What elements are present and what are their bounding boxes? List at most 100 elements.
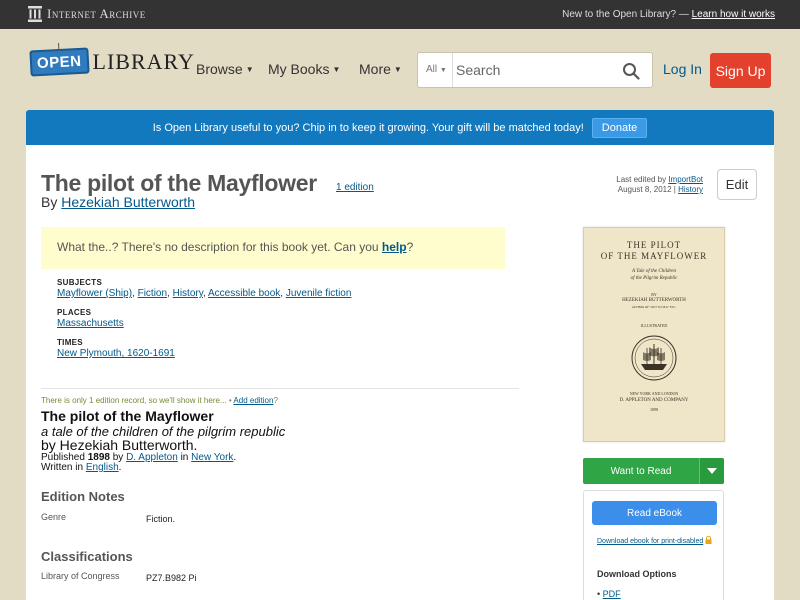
cover-author-note: AUTHOR OF "OUT TO SEA" ETC.	[631, 305, 677, 309]
byline: By Hezekiah Butterworth	[41, 194, 195, 210]
search-bar: All ▼	[417, 52, 653, 88]
subjects-label: SUBJECTS	[57, 278, 103, 287]
byline-prefix: By	[41, 194, 58, 210]
subject-link[interactable]: Juvenile fiction	[286, 288, 352, 299]
nav-more-label: More	[359, 61, 391, 77]
edition-language: Written in English.	[41, 462, 121, 473]
ship-emblem-icon	[631, 335, 677, 381]
add-edition-suffix: ?	[273, 396, 278, 405]
add-edition-link[interactable]: Add edition	[233, 396, 273, 405]
book-title: The pilot of the Mayflower	[41, 170, 317, 196]
cover-publisher-place: NEW YORK AND LONDON	[629, 391, 679, 396]
logo-library-text: LIBRARY	[92, 49, 195, 74]
chevron-down-icon	[707, 468, 717, 474]
times-label: TIMES	[57, 338, 83, 347]
search-icon[interactable]	[622, 62, 640, 80]
places-section: PLACES Massachusetts	[57, 308, 124, 329]
book-cover[interactable]: THE PILOT OF THE MAYFLOWER A Tale of the…	[583, 227, 725, 442]
last-edited-info: Last edited by ImportBot August 8, 2012 …	[616, 175, 703, 195]
search-input[interactable]	[456, 54, 616, 86]
edition-title: The pilot of the Mayflower	[41, 408, 214, 424]
learn-how-link[interactable]: Learn how it works	[692, 9, 775, 20]
published-period: .	[233, 452, 237, 463]
bullet-icon: •	[597, 589, 601, 599]
published-in-word: in	[180, 452, 189, 463]
written-prefix: Written in	[41, 462, 84, 473]
print-disabled-download: Download ebook for print-disabled	[597, 535, 712, 545]
nav-browse[interactable]: Browse ▼	[196, 61, 254, 77]
want-to-read-dropdown[interactable]	[699, 458, 724, 484]
cover-year: 1898	[650, 407, 658, 412]
cover-subtitle-line2: of the Pilgrim Republic	[630, 276, 678, 281]
ia-welcome: New to the Open Library? — Learn how it …	[562, 9, 775, 20]
last-edited-date: August 8, 2012 |	[617, 185, 676, 194]
subject-link[interactable]: History	[173, 288, 203, 299]
signup-button[interactable]: Sign Up	[710, 53, 771, 88]
no-description-notice: What the..? There's no description for t…	[41, 227, 505, 269]
edition-byline: by Hezekiah Butterworth.	[41, 437, 198, 453]
print-disabled-link[interactable]: Download ebook for print-disabled	[597, 538, 703, 545]
loc-label: Library of Congress	[41, 571, 120, 581]
chevron-down-icon: ▼	[439, 67, 447, 74]
history-link[interactable]: History	[678, 185, 703, 194]
cover-title-line2: OF THE MAYFLOWER	[600, 251, 708, 261]
want-to-read-button[interactable]: Want to Read	[583, 458, 724, 484]
donate-text: Is Open Library useful to you? Chip in t…	[152, 121, 584, 134]
edition-divider	[41, 388, 519, 389]
place-link[interactable]: Massachusetts	[57, 318, 124, 329]
search-divider	[452, 53, 453, 87]
nav-browse-label: Browse	[196, 61, 243, 77]
publisher-link[interactable]: D. Appleton	[126, 452, 178, 463]
genre-label: Genre	[41, 512, 67, 522]
places-label: PLACES	[57, 308, 92, 317]
genre-value: Fiction.	[146, 514, 176, 524]
donate-button[interactable]: Donate	[591, 117, 648, 138]
publish-place-link[interactable]: New York	[191, 452, 233, 463]
ia-logo[interactable]: Internet Archive	[28, 6, 146, 22]
subject-link[interactable]: Accessible book	[208, 288, 280, 299]
archive-building-icon	[28, 6, 42, 22]
book-panel: The pilot of the Mayflower 1 edition By …	[26, 145, 774, 600]
edition-note-text: There is only 1 edition record, so we'll…	[41, 396, 232, 405]
edition-count-link[interactable]: 1 edition	[336, 182, 374, 193]
download-options-heading: Download Options	[597, 569, 677, 579]
last-edited-by-link[interactable]: ImportBot	[668, 175, 703, 184]
language-link[interactable]: English	[86, 462, 119, 473]
cover-publisher: D. APPLETON AND COMPANY	[619, 398, 689, 403]
search-scope-select[interactable]: All ▼	[426, 64, 447, 75]
no-description-text: What the..? There's no description for t…	[57, 240, 379, 254]
chevron-down-icon: ▼	[245, 65, 254, 74]
loc-value: PZ7.B982 Pi	[146, 573, 197, 583]
open-library-logo[interactable]: OPEN LIBRARY	[29, 47, 195, 77]
subject-link[interactable]: Fiction	[138, 288, 167, 299]
ia-new-text: New to the Open Library? —	[562, 9, 689, 20]
cover-illustrated: ILLUSTRATED	[640, 323, 668, 328]
lock-icon	[705, 535, 712, 544]
edit-button[interactable]: Edit	[717, 169, 757, 200]
nav-my-books-label: My Books	[268, 61, 330, 77]
chevron-down-icon: ▼	[332, 65, 341, 74]
login-link[interactable]: Log In	[663, 61, 702, 77]
cover-title-line1: THE PILOT	[626, 240, 682, 250]
author-link[interactable]: Hezekiah Butterworth	[61, 194, 195, 210]
time-link[interactable]: New Plymouth, 1620-1691	[57, 348, 175, 359]
subjects-list: Mayflower (Ship), Fiction, History, Acce…	[57, 288, 352, 299]
help-link[interactable]: help	[382, 240, 407, 254]
edition-note: There is only 1 edition record, so we'll…	[41, 396, 278, 405]
subjects-section: SUBJECTS Mayflower (Ship), Fiction, Hist…	[57, 278, 351, 299]
nav-my-books[interactable]: My Books ▼	[268, 61, 340, 77]
pdf-download-link[interactable]: PDF	[603, 589, 621, 599]
classifications-heading: Classifications	[41, 549, 133, 564]
last-edited-prefix: Last edited by	[616, 175, 667, 184]
language-suffix: .	[118, 462, 122, 473]
read-ebook-button[interactable]: Read eBook	[592, 501, 717, 525]
ia-logo-text: Internet Archive	[47, 6, 146, 21]
download-pdf-item: • PDF	[597, 589, 621, 599]
search-scope-label: All	[426, 64, 438, 75]
site-header: OPEN LIBRARY Browse ▼ My Books ▼ More ▼ All…	[0, 29, 800, 109]
nav-more[interactable]: More ▼	[359, 61, 402, 77]
ia-top-bar: Internet Archive New to the Open Library…	[0, 0, 800, 29]
help-suffix: ?	[406, 240, 414, 254]
subject-link[interactable]: Mayflower (Ship)	[57, 288, 132, 299]
cover-author: HEZEKIAH BUTTERWORTH	[622, 298, 686, 303]
